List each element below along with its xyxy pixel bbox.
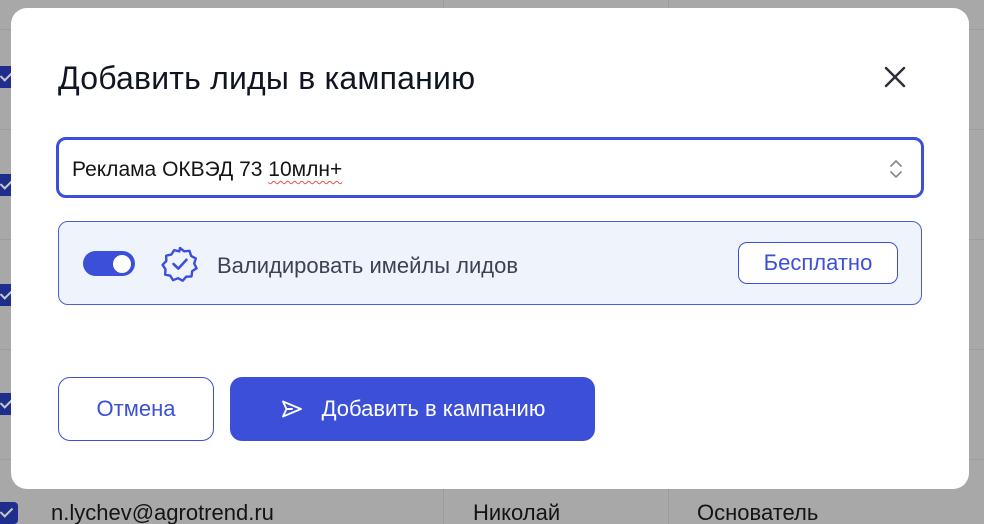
lead-email: n.lychev@agrotrend.ru [51, 500, 274, 524]
send-icon [281, 400, 302, 418]
lead-position: Основатель [697, 500, 819, 524]
modal-title: Добавить лиды в кампанию [58, 60, 476, 96]
validate-emails-label: Валидировать имейлы лидов [217, 253, 519, 278]
verified-badge-icon [161, 246, 198, 282]
campaign-name: Реклама ОКВЭД 73 [72, 158, 269, 181]
cancel-button[interactable]: Отмена [58, 377, 214, 441]
campaign-name-flagged: 10млн+ [268, 158, 343, 181]
row-checkbox[interactable] [0, 502, 18, 524]
chevron-up-down-icon [890, 160, 902, 178]
validate-emails-panel: Валидировать имейлы лидов Бесплатно [58, 221, 922, 305]
add-to-campaign-label: Добавить в кампанию [321, 396, 546, 421]
free-badge: Бесплатно [738, 242, 898, 284]
add-to-campaign-button[interactable]: Добавить в кампанию [230, 377, 595, 441]
validate-emails-toggle[interactable] [83, 251, 135, 276]
toggle-knob [113, 254, 131, 273]
close-button[interactable] [881, 63, 909, 91]
campaign-select[interactable]: Реклама ОКВЭД 73 10млн+ [56, 137, 924, 198]
campaign-select-value: Реклама ОКВЭД 73 10млн+ [72, 158, 342, 182]
close-icon [884, 66, 906, 88]
lead-name: Николай [473, 500, 561, 524]
add-leads-modal: Добавить лиды в кампанию Реклама ОКВЭД 7… [11, 8, 969, 489]
